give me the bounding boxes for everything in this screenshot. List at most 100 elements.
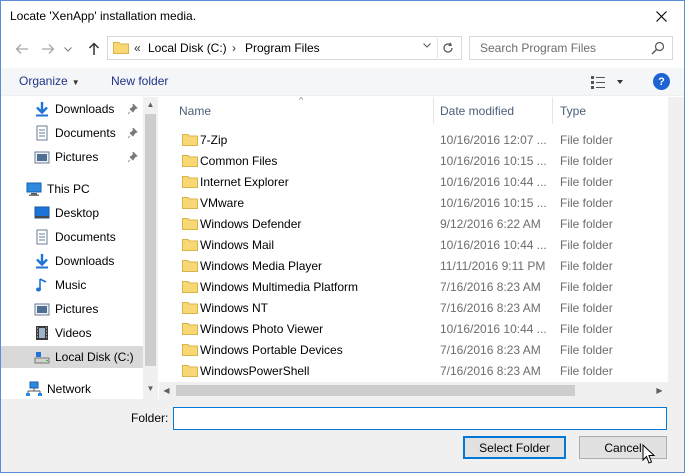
nav-item-downloads[interactable]: Downloads bbox=[1, 250, 143, 272]
refresh-button[interactable] bbox=[437, 38, 457, 58]
nav-item-music[interactable]: Music bbox=[1, 274, 143, 296]
folder-icon bbox=[182, 260, 198, 272]
desktop-icon bbox=[34, 206, 50, 219]
breadcrumb-program-files[interactable]: Program Files bbox=[245, 41, 320, 55]
breadcrumb-separator[interactable]: › bbox=[232, 41, 236, 55]
scroll-down-arrow[interactable]: ▼ bbox=[143, 381, 158, 396]
nav-item-documents-quick[interactable]: Documents bbox=[1, 122, 143, 144]
table-row[interactable]: Windows Mail 10/16/2016 10:44 ... File f… bbox=[159, 234, 669, 255]
recent-locations-button[interactable] bbox=[61, 38, 75, 60]
folder-icon bbox=[182, 134, 198, 146]
navigation-pane: Downloads Documents Pictures This PC Des… bbox=[1, 97, 158, 399]
help-button[interactable]: ? bbox=[653, 73, 670, 90]
folder-icon bbox=[182, 218, 198, 230]
select-folder-button[interactable]: Select Folder bbox=[463, 436, 566, 459]
scroll-left-arrow[interactable]: ◀ bbox=[159, 383, 174, 398]
nav-label: Music bbox=[55, 278, 87, 292]
table-row[interactable]: Windows Defender 9/12/2016 6:22 AM File … bbox=[159, 213, 669, 234]
folder-icon bbox=[182, 344, 198, 356]
up-button[interactable] bbox=[83, 38, 105, 60]
table-row[interactable]: Windows Media Player 11/11/2016 9:11 PM … bbox=[159, 255, 669, 276]
pin-icon[interactable] bbox=[127, 103, 138, 115]
table-row[interactable]: Windows NT 7/16/2016 8:23 AM File folder bbox=[159, 297, 669, 318]
file-name: WindowsPowerShell bbox=[200, 364, 310, 378]
table-row[interactable]: WindowsPowerShell 7/16/2016 8:23 AM File… bbox=[159, 360, 669, 381]
column-date-modified[interactable]: Date modified bbox=[440, 104, 514, 118]
scroll-thumb[interactable] bbox=[145, 114, 156, 366]
folder-icon bbox=[182, 197, 198, 209]
file-type: File folder bbox=[560, 364, 613, 378]
nav-item-pictures-quick[interactable]: Pictures bbox=[1, 146, 143, 168]
table-row[interactable]: Windows Portable Devices 7/16/2016 8:23 … bbox=[159, 339, 669, 360]
nav-label: Local Disk (C:) bbox=[55, 350, 134, 364]
organize-button[interactable]: Organize ▼ bbox=[19, 74, 80, 88]
table-row[interactable]: Windows Multimedia Platform 7/16/2016 8:… bbox=[159, 276, 669, 297]
file-list: ^ Name Date modified Type 7-Zip 10/16/20… bbox=[159, 97, 684, 399]
address-box[interactable]: « Local Disk (C:) › Program Files bbox=[107, 36, 462, 60]
search-icon[interactable] bbox=[650, 40, 666, 56]
search-box[interactable]: Search Program Files bbox=[469, 36, 673, 60]
search-placeholder[interactable]: Search Program Files bbox=[480, 41, 596, 55]
nav-label: This PC bbox=[47, 182, 90, 196]
file-type: File folder bbox=[560, 301, 613, 315]
scroll-up-arrow[interactable]: ▲ bbox=[143, 97, 158, 112]
address-dropdown[interactable] bbox=[423, 40, 431, 51]
scroll-thumb[interactable] bbox=[176, 385, 575, 396]
pictures-icon bbox=[34, 303, 50, 316]
nav-label: Videos bbox=[55, 326, 92, 340]
file-list-horizontal-scrollbar[interactable]: ◀ ▶ bbox=[159, 382, 668, 399]
table-row[interactable]: Windows Photo Viewer 10/16/2016 10:44 ..… bbox=[159, 318, 669, 339]
arrow-right-icon bbox=[42, 44, 55, 54]
column-header: ^ Name Date modified Type bbox=[159, 97, 669, 124]
file-type: File folder bbox=[560, 280, 613, 294]
navigation-scrollbar[interactable]: ▲ ▼ bbox=[143, 97, 158, 399]
nav-item-downloads-quick[interactable]: Downloads bbox=[1, 98, 143, 120]
file-name: Internet Explorer bbox=[200, 175, 289, 189]
column-divider[interactable] bbox=[552, 97, 553, 124]
column-divider[interactable] bbox=[433, 97, 434, 124]
file-date: 10/16/2016 10:44 ... bbox=[440, 238, 547, 252]
table-row[interactable]: VMware 10/16/2016 10:15 ... File folder bbox=[159, 192, 669, 213]
nav-item-videos[interactable]: Videos bbox=[1, 322, 143, 344]
file-date: 11/11/2016 9:11 PM bbox=[440, 259, 546, 273]
folder-icon bbox=[182, 239, 198, 251]
table-row[interactable]: Common Files 10/16/2016 10:15 ... File f… bbox=[159, 150, 669, 171]
nav-item-local-disk[interactable]: Local Disk (C:) bbox=[1, 346, 143, 368]
file-type: File folder bbox=[560, 133, 613, 147]
column-name[interactable]: Name bbox=[179, 104, 211, 118]
new-folder-button[interactable]: New folder bbox=[111, 74, 168, 88]
pin-icon[interactable] bbox=[127, 151, 138, 163]
file-name: Common Files bbox=[200, 154, 278, 168]
nav-item-desktop[interactable]: Desktop bbox=[1, 202, 143, 224]
table-row[interactable]: Internet Explorer 10/16/2016 10:44 ... F… bbox=[159, 171, 669, 192]
folder-icon bbox=[182, 155, 198, 167]
back-button[interactable] bbox=[11, 38, 33, 60]
close-button[interactable] bbox=[638, 1, 684, 32]
nav-item-pictures[interactable]: Pictures bbox=[1, 298, 143, 320]
file-type: File folder bbox=[560, 322, 613, 336]
pin-icon[interactable] bbox=[127, 127, 138, 139]
file-list-vertical-scrollbar[interactable] bbox=[668, 97, 684, 382]
scroll-right-arrow[interactable]: ▶ bbox=[652, 383, 667, 398]
column-type[interactable]: Type bbox=[560, 104, 586, 118]
chevron-down-icon: ▼ bbox=[71, 78, 80, 87]
nav-item-network[interactable]: Network bbox=[1, 378, 143, 399]
file-date: 7/16/2016 8:23 AM bbox=[440, 280, 541, 294]
videos-icon bbox=[36, 326, 48, 340]
nav-item-documents[interactable]: Documents bbox=[1, 226, 143, 248]
table-row[interactable]: 7-Zip 10/16/2016 12:07 ... File folder bbox=[159, 129, 669, 150]
breadcrumb-overflow[interactable]: « bbox=[134, 41, 141, 55]
folder-picker-dialog: Locate 'XenApp' installation media. « Lo… bbox=[0, 0, 685, 473]
breadcrumb-local-disk[interactable]: Local Disk (C:) bbox=[148, 41, 227, 55]
forward-button[interactable] bbox=[37, 38, 59, 60]
nav-label: Documents bbox=[55, 126, 116, 140]
nav-item-this-pc[interactable]: This PC bbox=[1, 178, 143, 200]
title-bar[interactable]: Locate 'XenApp' installation media. bbox=[1, 1, 684, 32]
change-view-button[interactable] bbox=[589, 73, 625, 91]
refresh-icon bbox=[442, 42, 453, 53]
documents-icon bbox=[36, 125, 48, 141]
file-name: Windows Mail bbox=[200, 238, 275, 252]
folder-icon bbox=[182, 176, 198, 188]
file-name: VMware bbox=[200, 196, 245, 210]
folder-input[interactable] bbox=[173, 407, 667, 430]
